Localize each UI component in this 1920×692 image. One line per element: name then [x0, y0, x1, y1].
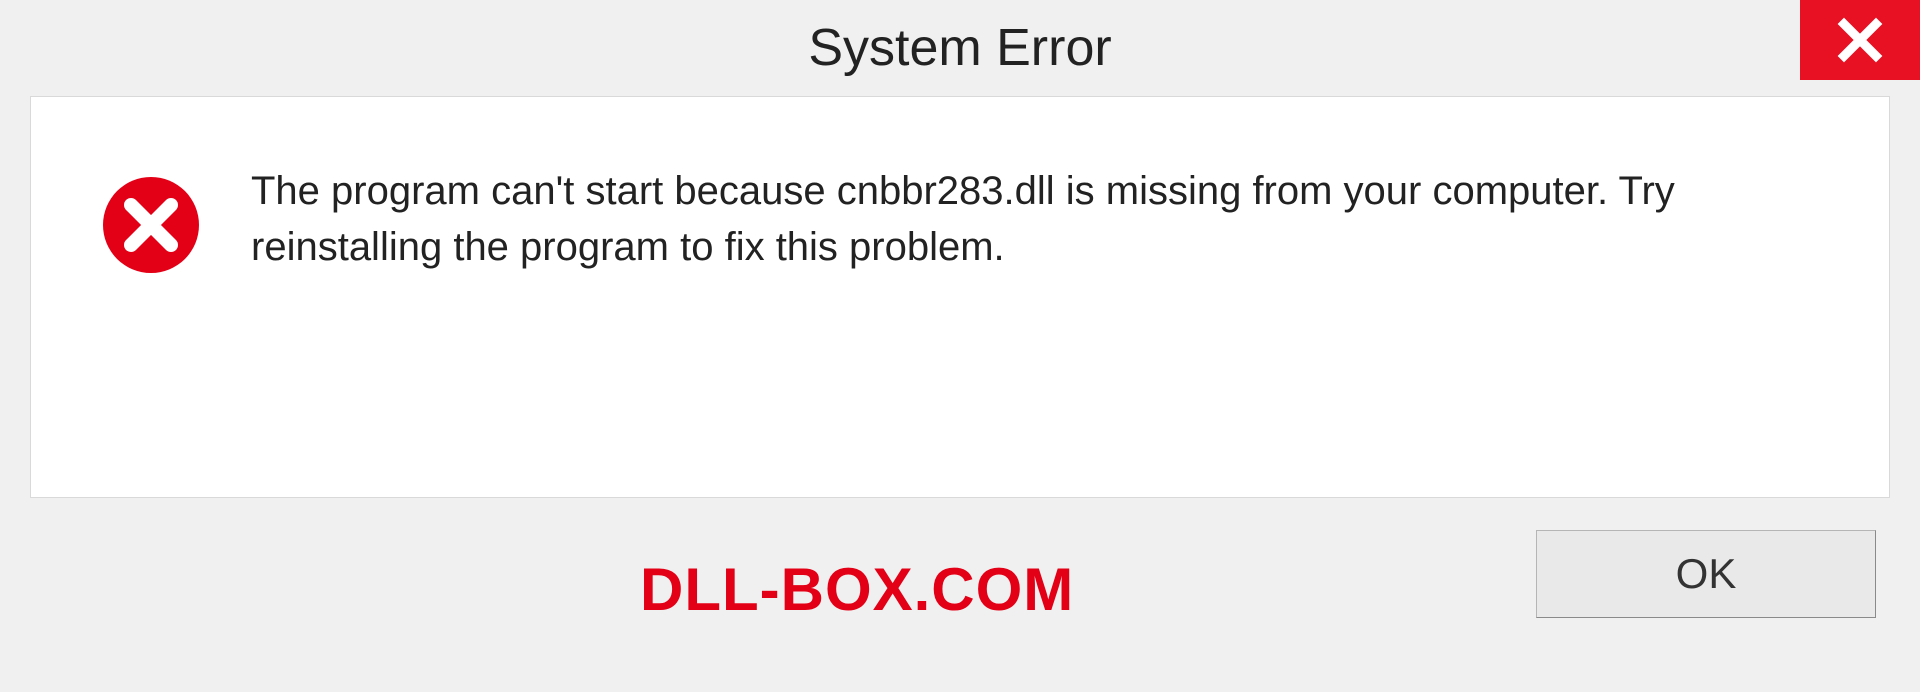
error-dialog-window: System Error The program can't start bec… — [0, 0, 1920, 692]
close-button[interactable] — [1800, 0, 1920, 80]
watermark-text: DLL-BOX.COM — [640, 555, 1074, 624]
close-icon — [1836, 16, 1884, 64]
dialog-title: System Error — [808, 18, 1111, 78]
title-bar: System Error — [0, 0, 1920, 96]
error-circle-x-icon — [101, 175, 201, 275]
ok-button[interactable]: OK — [1536, 530, 1876, 618]
ok-button-label: OK — [1676, 550, 1737, 598]
dialog-footer: DLL-BOX.COM OK — [0, 498, 1920, 658]
error-message: The program can't start because cnbbr283… — [251, 157, 1819, 275]
dialog-body: The program can't start because cnbbr283… — [30, 96, 1890, 498]
